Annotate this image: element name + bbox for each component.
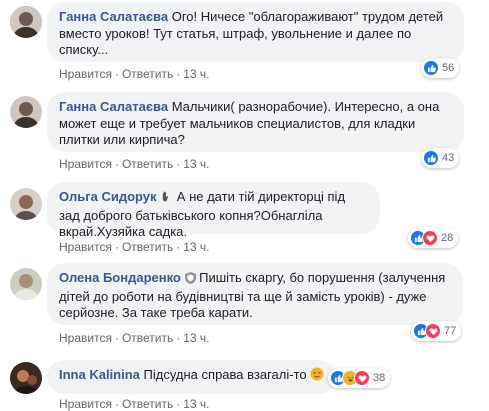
user-photo-icon — [10, 268, 42, 300]
comment-bubble: Ганна Салатаєва Ого! Ничесе "облагоражив… — [47, 2, 464, 62]
relieved-face-icon — [310, 367, 324, 386]
reaction-summary[interactable]: 28 — [408, 228, 459, 248]
reply-link[interactable]: Ответить — [122, 67, 173, 81]
avatar[interactable] — [10, 268, 42, 300]
like-reaction-icon — [423, 60, 439, 76]
avatar[interactable] — [10, 96, 42, 128]
like-link[interactable]: Нравится — [59, 157, 112, 171]
avatar[interactable] — [10, 362, 42, 394]
comment-actions: Нравится · Ответить · 13 ч. — [59, 331, 210, 345]
like-link[interactable]: Нравится — [59, 67, 112, 81]
love-reaction-icon — [425, 323, 441, 339]
reaction-count: 56 — [442, 62, 455, 74]
comment-time[interactable]: 13 ч. — [183, 67, 209, 81]
comment-actions: Нравится · Ответить · 13 ч. — [59, 67, 210, 81]
comment-time[interactable]: 13 ч. — [183, 240, 209, 254]
comment-author[interactable]: Олена Бондаренко — [59, 270, 181, 285]
comment-author[interactable]: Ганна Салатаєва — [59, 9, 168, 24]
reaction-count: 38 — [373, 372, 386, 384]
comment-text: Підсудна справа взагалі-то — [143, 367, 307, 382]
avatar[interactable] — [10, 6, 42, 38]
like-link[interactable]: Нравится — [59, 397, 112, 411]
comment-time[interactable]: 13 ч. — [183, 397, 209, 411]
comment-time[interactable]: 13 ч. — [183, 157, 209, 171]
reaction-summary[interactable]: 43 — [421, 148, 460, 168]
reply-link[interactable]: Ответить — [122, 397, 173, 411]
waving-hand-icon — [160, 190, 173, 208]
reaction-count: 28 — [441, 232, 454, 244]
user-photo-icon — [10, 188, 42, 220]
reaction-count: 77 — [444, 325, 457, 337]
reaction-summary[interactable]: 56 — [421, 58, 460, 78]
comment-time[interactable]: 13 ч. — [183, 331, 209, 345]
comment-bubble: Ганна Салатаєва Мальчики( разнорабочие).… — [47, 92, 464, 152]
user-photo-icon — [10, 362, 42, 394]
user-photo-icon — [10, 96, 42, 128]
reply-link[interactable]: Ответить — [122, 331, 173, 345]
comment-bubble: Ольга Сидорук А не дати тій директорці п… — [47, 182, 380, 239]
comment-bubble: Олена Бондаренко Пишіть скаргу, бо поруш… — [47, 263, 463, 325]
comment-bubble: Inna Kalinina Підсудна справа взагалі-то — [47, 360, 336, 394]
like-reaction-icon — [423, 150, 439, 166]
reaction-count: 43 — [442, 152, 455, 164]
comment-actions: Нравится · Ответить · 13 ч. — [59, 240, 210, 254]
like-link[interactable]: Нравится — [59, 331, 112, 345]
comment-author[interactable]: Ганна Салатаєва — [59, 99, 168, 114]
reaction-summary[interactable]: 77 — [411, 321, 462, 341]
user-photo-icon — [10, 6, 42, 38]
avatar[interactable] — [10, 188, 42, 220]
reply-link[interactable]: Ответить — [122, 157, 173, 171]
love-reaction-icon — [354, 370, 370, 386]
like-link[interactable]: Нравится — [59, 240, 112, 254]
comment-actions: Нравится · Ответить · 13 ч. — [59, 397, 210, 411]
shield-badge-icon — [184, 272, 196, 289]
comment-author[interactable]: Inna Kalinina — [59, 367, 140, 382]
comment-actions: Нравится · Ответить · 13 ч. — [59, 157, 210, 171]
reply-link[interactable]: Ответить — [122, 240, 173, 254]
reaction-summary[interactable]: 38 — [328, 368, 391, 388]
comment-author[interactable]: Ольга Сидорук — [59, 189, 157, 204]
love-reaction-icon — [422, 230, 438, 246]
